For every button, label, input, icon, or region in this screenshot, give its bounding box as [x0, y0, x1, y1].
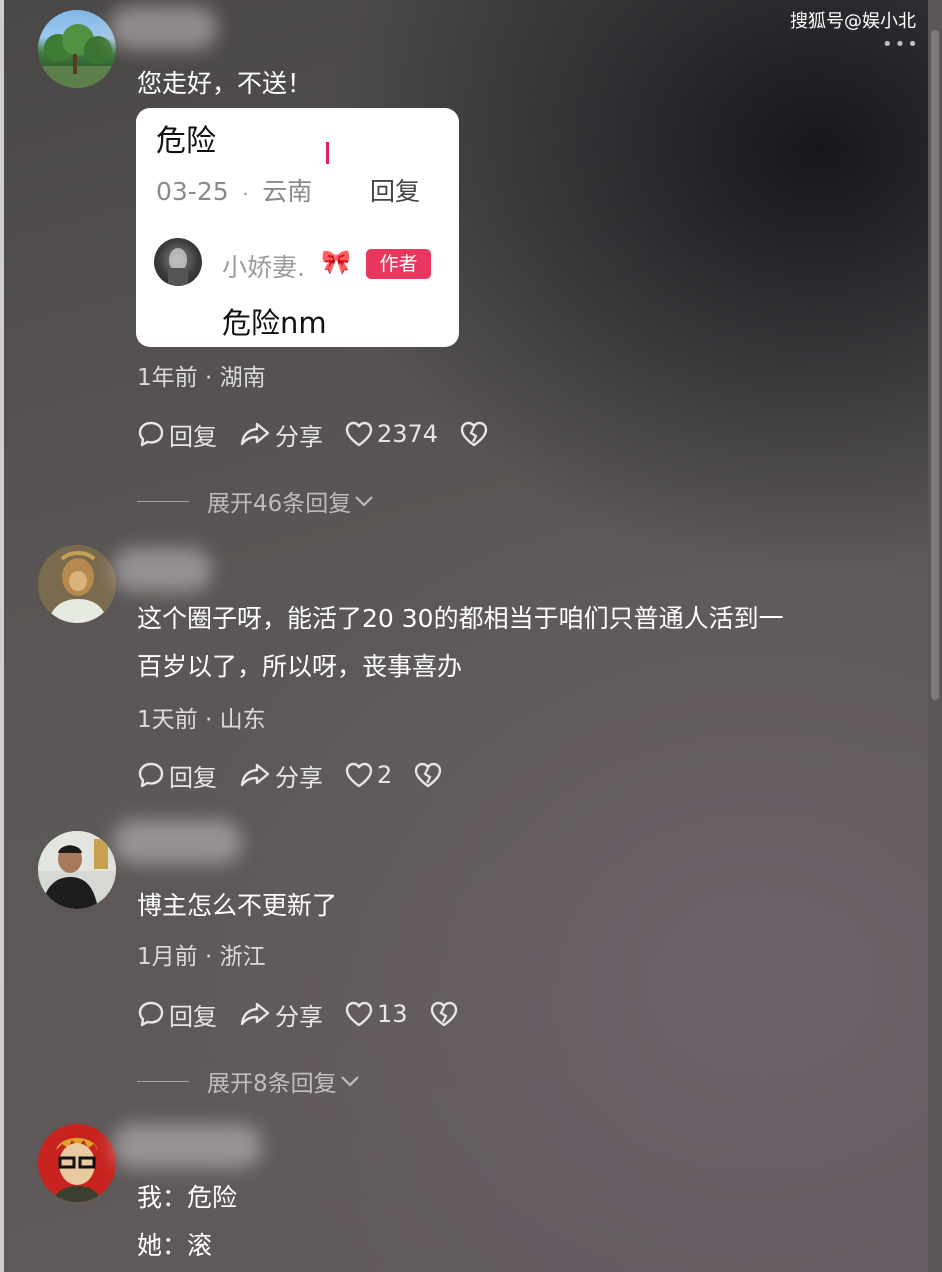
chevron-down-icon: [340, 1076, 359, 1087]
like-count: 13: [377, 1000, 408, 1028]
share-label: 分享: [275, 422, 323, 451]
text-cursor: [326, 142, 329, 164]
watermark: 搜狐号@娱小北: [790, 11, 916, 32]
divider-line: [137, 500, 189, 502]
username-blurred[interactable]: [112, 1124, 262, 1168]
reply-button[interactable]: 回复: [137, 417, 217, 452]
like-button[interactable]: 2374: [345, 420, 438, 448]
comment-text-line: 她：滚: [137, 1231, 213, 1260]
reply-icon: [138, 1001, 164, 1027]
share-icon: [240, 422, 270, 446]
comment-meta: 1天前 · 山东: [137, 707, 266, 733]
cartoon-avatar-image: [38, 1124, 116, 1202]
like-icon: [345, 1001, 373, 1027]
quoted-reply-text: 危险nm: [222, 306, 327, 340]
quoted-reply-label: 回复: [370, 177, 421, 206]
reply-button[interactable]: 回复: [137, 997, 217, 1032]
reply-icon: [138, 421, 164, 447]
username-blurred[interactable]: [112, 548, 212, 592]
reply-button[interactable]: 回复: [137, 758, 217, 793]
expand-replies[interactable]: 展开8条回复: [137, 1064, 361, 1098]
author-avatar: [154, 238, 202, 286]
comment-text: 这个圈子呀，能活了20 30的都相当于咱们只普通人活到一 百岁以了，所以呀，丧事…: [137, 595, 907, 691]
share-icon: [240, 1002, 270, 1026]
dislike-icon: [415, 762, 442, 788]
share-label: 分享: [275, 1002, 323, 1031]
share-label: 分享: [275, 763, 323, 792]
comment-actions: 回复 分享 13: [137, 997, 484, 1031]
quoted-location: 云南: [262, 177, 313, 206]
chevron-down-icon: [355, 496, 374, 507]
monkey-king-avatar-image: [38, 545, 116, 623]
reply-label: 回复: [169, 763, 217, 792]
comment-meta: 1月前 · 浙江: [137, 944, 266, 970]
share-button[interactable]: 分享: [239, 417, 323, 452]
quoted-date: 03-25: [156, 177, 229, 206]
dislike-button[interactable]: [430, 1001, 462, 1027]
tree-avatar-image: [38, 24, 116, 88]
reply-label: 回复: [169, 422, 217, 451]
expand-replies-label: 展开46条回复: [207, 491, 352, 517]
avatar[interactable]: [38, 545, 116, 623]
reply-icon: [138, 762, 164, 788]
username-blurred[interactable]: [112, 820, 242, 864]
comment-meta: 1年前 · 湖南: [137, 365, 266, 391]
dislike-icon: [430, 1001, 457, 1027]
comment-text-line: 百岁以了，所以呀，丧事喜办: [137, 652, 463, 681]
dislike-button[interactable]: [460, 421, 492, 447]
like-button[interactable]: 2: [345, 761, 392, 789]
expand-replies-label: 展开8条回复: [207, 1071, 337, 1097]
like-icon: [345, 421, 373, 447]
scrollbar-thumb[interactable]: [931, 30, 939, 700]
comment-actions: 回复 分享 2374: [137, 417, 514, 451]
comment-text: 我：危险 她：滚: [137, 1174, 907, 1270]
like-button[interactable]: 13: [345, 1000, 408, 1028]
share-button[interactable]: 分享: [239, 997, 323, 1032]
window-edge: [0, 0, 4, 1272]
quoted-comment-title: 危险: [156, 124, 216, 159]
expand-replies[interactable]: 展开46条回复: [137, 484, 375, 518]
author-badge: 作者: [366, 249, 431, 279]
quoted-author-name: 小娇妻.: [222, 253, 305, 282]
share-button[interactable]: 分享: [239, 758, 323, 793]
person-avatar-image: [38, 831, 116, 909]
share-icon: [240, 763, 270, 787]
dislike-button[interactable]: [414, 762, 446, 788]
quoted-comment-meta: 03-25 · 云南: [156, 172, 312, 208]
author-avatar-image: [168, 248, 188, 286]
comment-text: 博主怎么不更新了: [137, 891, 338, 920]
like-icon: [345, 762, 373, 788]
avatar[interactable]: [38, 831, 116, 909]
more-icon[interactable]: •••: [882, 34, 920, 55]
avatar[interactable]: [38, 10, 116, 88]
dislike-icon: [460, 421, 488, 447]
like-count: 2374: [377, 420, 439, 448]
quoted-separator: ·: [242, 184, 249, 205]
avatar[interactable]: [38, 1124, 116, 1202]
comment-text: 您走好，不送！: [137, 69, 313, 98]
bow-icon: 🎀: [321, 248, 351, 276]
reply-label: 回复: [169, 1002, 217, 1031]
like-count: 2: [377, 761, 393, 789]
username-blurred[interactable]: [108, 6, 218, 50]
divider-line: [137, 1080, 189, 1082]
comment-actions: 回复 分享 2: [137, 758, 468, 792]
comment-text-line: 我：危险: [137, 1183, 238, 1212]
comment-text-line: 这个圈子呀，能活了20 30的都相当于咱们只普通人活到一: [137, 604, 784, 633]
quoted-screenshot-card: 危险 03-25 · 云南 回复 小娇妻. 🎀 作者 危险nm: [136, 108, 459, 347]
